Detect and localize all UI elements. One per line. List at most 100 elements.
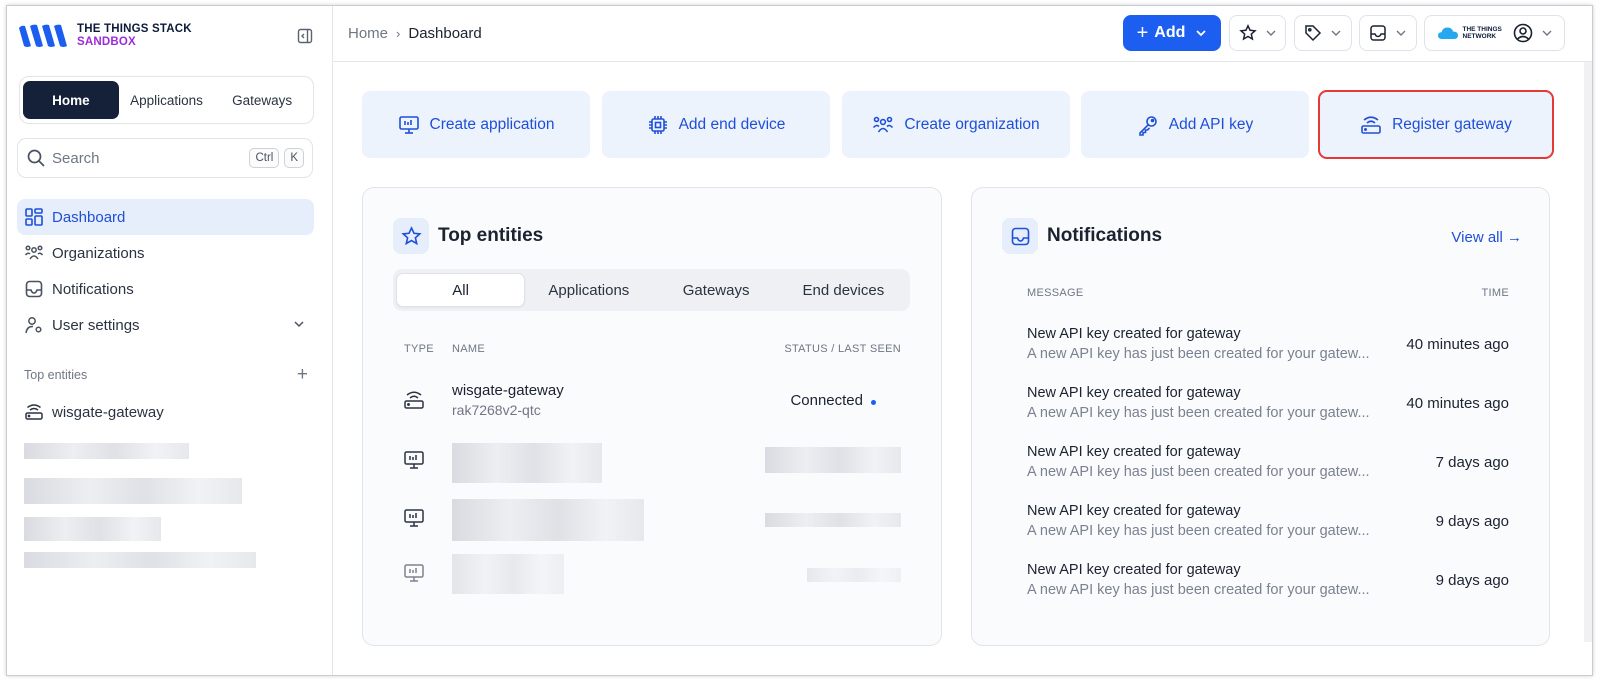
notifications-card: Notifications View all → MESSAGE TIME Ne… (971, 187, 1550, 646)
user-settings-icon (25, 317, 42, 334)
redacted-entity (24, 552, 256, 568)
notification-item[interactable]: New API key created for gateway A new AP… (1027, 444, 1509, 494)
collapse-sidebar-icon[interactable] (297, 28, 313, 44)
inbox-button[interactable] (1359, 15, 1417, 51)
card-title: Top entities (393, 218, 543, 254)
switcher-applications[interactable]: Applications (119, 81, 215, 119)
add-end-device-button[interactable]: Add end device (602, 91, 830, 158)
star-icon (1238, 24, 1257, 41)
app-window: THE THINGS STACK SANDBOX Home Applicatio… (6, 5, 1593, 676)
sidebar-item-label: Dashboard (52, 208, 126, 226)
notification-description: A new API key has just been created for … (1027, 582, 1370, 598)
key-icon (1138, 115, 1157, 136)
breadcrumb-current: Dashboard (408, 25, 482, 42)
column-header-status: STATUS / LAST SEEN (784, 343, 901, 355)
breadcrumb-home[interactable]: Home (348, 25, 388, 42)
view-all-link[interactable]: View all → (1451, 229, 1522, 246)
create-organization-button[interactable]: Create organization (842, 91, 1070, 158)
shortcut-key-k: K (284, 148, 304, 168)
redacted-entity-name (452, 554, 564, 594)
card-title-icon-box (1002, 218, 1038, 254)
bookmarks-button[interactable] (1229, 15, 1286, 51)
sidebar-entity-wisgate-gateway[interactable]: wisgate-gateway (24, 402, 164, 422)
top-entities-heading-label: Top entities (24, 368, 88, 382)
search-icon (27, 149, 45, 167)
page-scrollbar[interactable] (1584, 62, 1592, 642)
entity-id: rak7268v2-qtc (452, 402, 541, 418)
notification-item[interactable]: New API key created for gateway A new AP… (1027, 326, 1509, 376)
tab-end-devices[interactable]: End devices (780, 273, 907, 307)
redacted-entity (24, 478, 242, 504)
application-icon (404, 451, 424, 469)
context-switcher: Home Applications Gateways (19, 76, 314, 124)
search-placeholder: Search (52, 149, 100, 167)
tag-icon (1305, 25, 1322, 42)
redacted-entity-status (765, 447, 901, 473)
sidebar-item-label: User settings (52, 316, 140, 334)
table-row[interactable] (403, 499, 903, 541)
add-api-key-button[interactable]: Add API key (1081, 91, 1309, 158)
notifications-title: Notifications (1047, 225, 1163, 246)
card-title: Notifications (1002, 218, 1162, 254)
notification-time: 40 minutes ago (1406, 395, 1509, 412)
application-icon (404, 564, 424, 582)
device-chip-icon (648, 115, 667, 134)
account-menu-button[interactable]: THE THINGS NETWORK (1424, 15, 1565, 51)
quick-action-label: Create application (429, 115, 555, 133)
table-row[interactable]: wisgate-gateway rak7268v2-qtc Connected (403, 381, 903, 426)
gateway-icon (404, 391, 424, 409)
notification-title: New API key created for gateway (1027, 326, 1241, 342)
breadcrumb: Home › Dashboard (348, 25, 482, 42)
notification-item[interactable]: New API key created for gateway A new AP… (1027, 503, 1509, 553)
gateway-icon (1361, 115, 1381, 134)
inbox-icon (25, 280, 43, 298)
create-application-button[interactable]: Create application (362, 91, 590, 158)
redacted-entity (24, 443, 189, 459)
notification-item[interactable]: New API key created for gateway A new AP… (1027, 562, 1509, 612)
brand-edition: SANDBOX (77, 36, 136, 48)
add-top-entity-icon[interactable]: + (297, 364, 308, 386)
tags-button[interactable] (1294, 15, 1352, 51)
quick-action-label: Add API key (1168, 115, 1254, 133)
brand-name: THE THINGS STACK (77, 23, 192, 35)
shortcut-key-ctrl: Ctrl (249, 148, 280, 168)
top-entities-heading: Top entities + (24, 364, 314, 385)
switcher-gateways[interactable]: Gateways (214, 81, 310, 119)
notification-time: 40 minutes ago (1406, 336, 1509, 353)
gateway-icon (25, 404, 43, 420)
sidebar-item-dashboard[interactable]: Dashboard (17, 199, 314, 235)
redacted-entity-name (452, 443, 602, 483)
register-gateway-button[interactable]: Register gateway (1318, 90, 1554, 159)
redacted-entity-status (807, 568, 901, 582)
add-button[interactable]: + Add (1123, 15, 1221, 51)
sidebar-item-organizations[interactable]: Organizations (17, 235, 314, 271)
entity-status: Connected (790, 392, 863, 409)
switcher-home[interactable]: Home (23, 81, 119, 119)
breadcrumb-separator-icon: › (396, 26, 401, 41)
redacted-entity-status (765, 513, 901, 527)
brand-logo[interactable]: THE THINGS STACK SANDBOX (17, 22, 192, 50)
quick-action-label: Create organization (904, 115, 1040, 133)
column-header-type: TYPE (404, 343, 434, 355)
sidebar-item-notifications[interactable]: Notifications (17, 271, 314, 307)
organization-icon (873, 116, 894, 132)
notification-title: New API key created for gateway (1027, 503, 1241, 519)
star-icon (400, 225, 422, 245)
table-row[interactable] (403, 554, 903, 594)
table-row[interactable] (403, 443, 903, 483)
entity-type-tabs: All Applications Gateways End devices (393, 269, 910, 311)
sidebar-item-label: Organizations (52, 244, 145, 262)
notification-item[interactable]: New API key created for gateway A new AP… (1027, 385, 1509, 435)
tab-all[interactable]: All (396, 273, 526, 307)
column-header-name: NAME (452, 343, 485, 355)
tab-applications[interactable]: Applications (525, 273, 652, 307)
search-input[interactable]: Search Ctrl K (17, 138, 313, 178)
tts-logo-icon (19, 24, 67, 47)
notification-description: A new API key has just been created for … (1027, 405, 1370, 421)
dashboard-content: Create application Add end device Create… (333, 62, 1592, 675)
sidebar-item-user-settings[interactable]: User settings (17, 307, 314, 343)
tab-gateways[interactable]: Gateways (653, 273, 780, 307)
status-dot (871, 400, 876, 405)
chevron-down-icon (1196, 30, 1207, 37)
organization-icon (24, 245, 44, 260)
